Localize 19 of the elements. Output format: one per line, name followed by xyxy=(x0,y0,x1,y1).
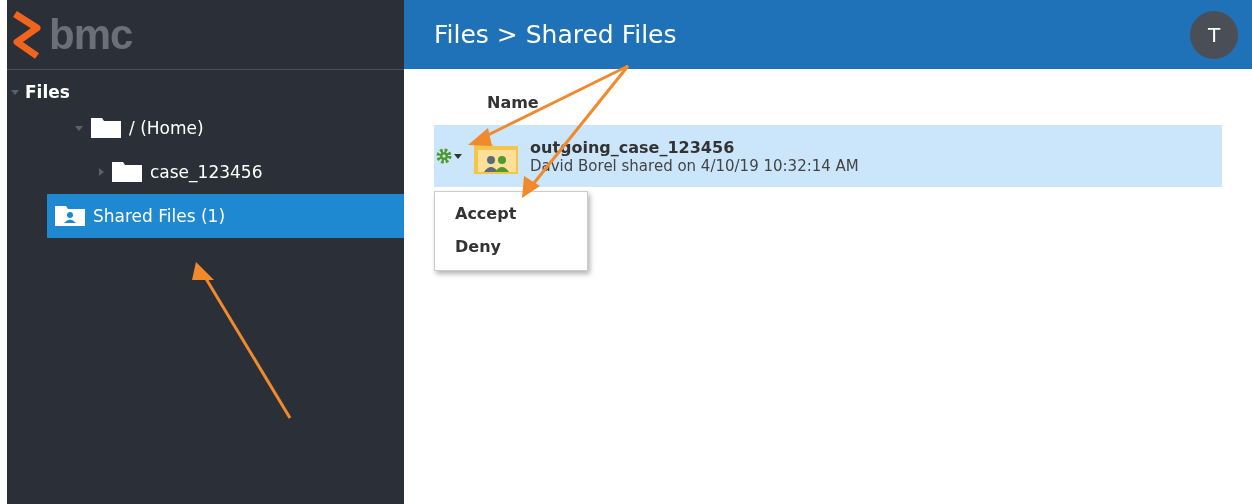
settings-icon xyxy=(436,148,452,164)
tree-item[interactable]: / (Home) xyxy=(47,106,404,150)
menu-item[interactable]: Accept xyxy=(435,204,517,223)
section-label[interactable]: Files xyxy=(25,82,70,102)
avatar[interactable]: T xyxy=(1190,10,1238,59)
breadcrumb: Files > Shared Files xyxy=(434,20,677,49)
caret-icon[interactable] xyxy=(75,125,83,131)
column-header[interactable]: Name xyxy=(487,93,539,112)
shared-folder-icon xyxy=(55,206,85,226)
gear-menu-button[interactable] xyxy=(436,148,462,164)
folder-icon xyxy=(112,162,142,182)
tree-item[interactable]: case_123456 xyxy=(47,150,404,194)
tree-item[interactable]: Shared Files (1) xyxy=(47,194,404,238)
logo-text: bmc xyxy=(49,10,133,59)
folder-icon xyxy=(91,118,121,138)
menu-item[interactable]: Deny xyxy=(435,237,501,256)
caret-icon xyxy=(454,153,462,159)
caret-icon[interactable] xyxy=(99,168,104,176)
caret-icon[interactable] xyxy=(11,89,19,95)
